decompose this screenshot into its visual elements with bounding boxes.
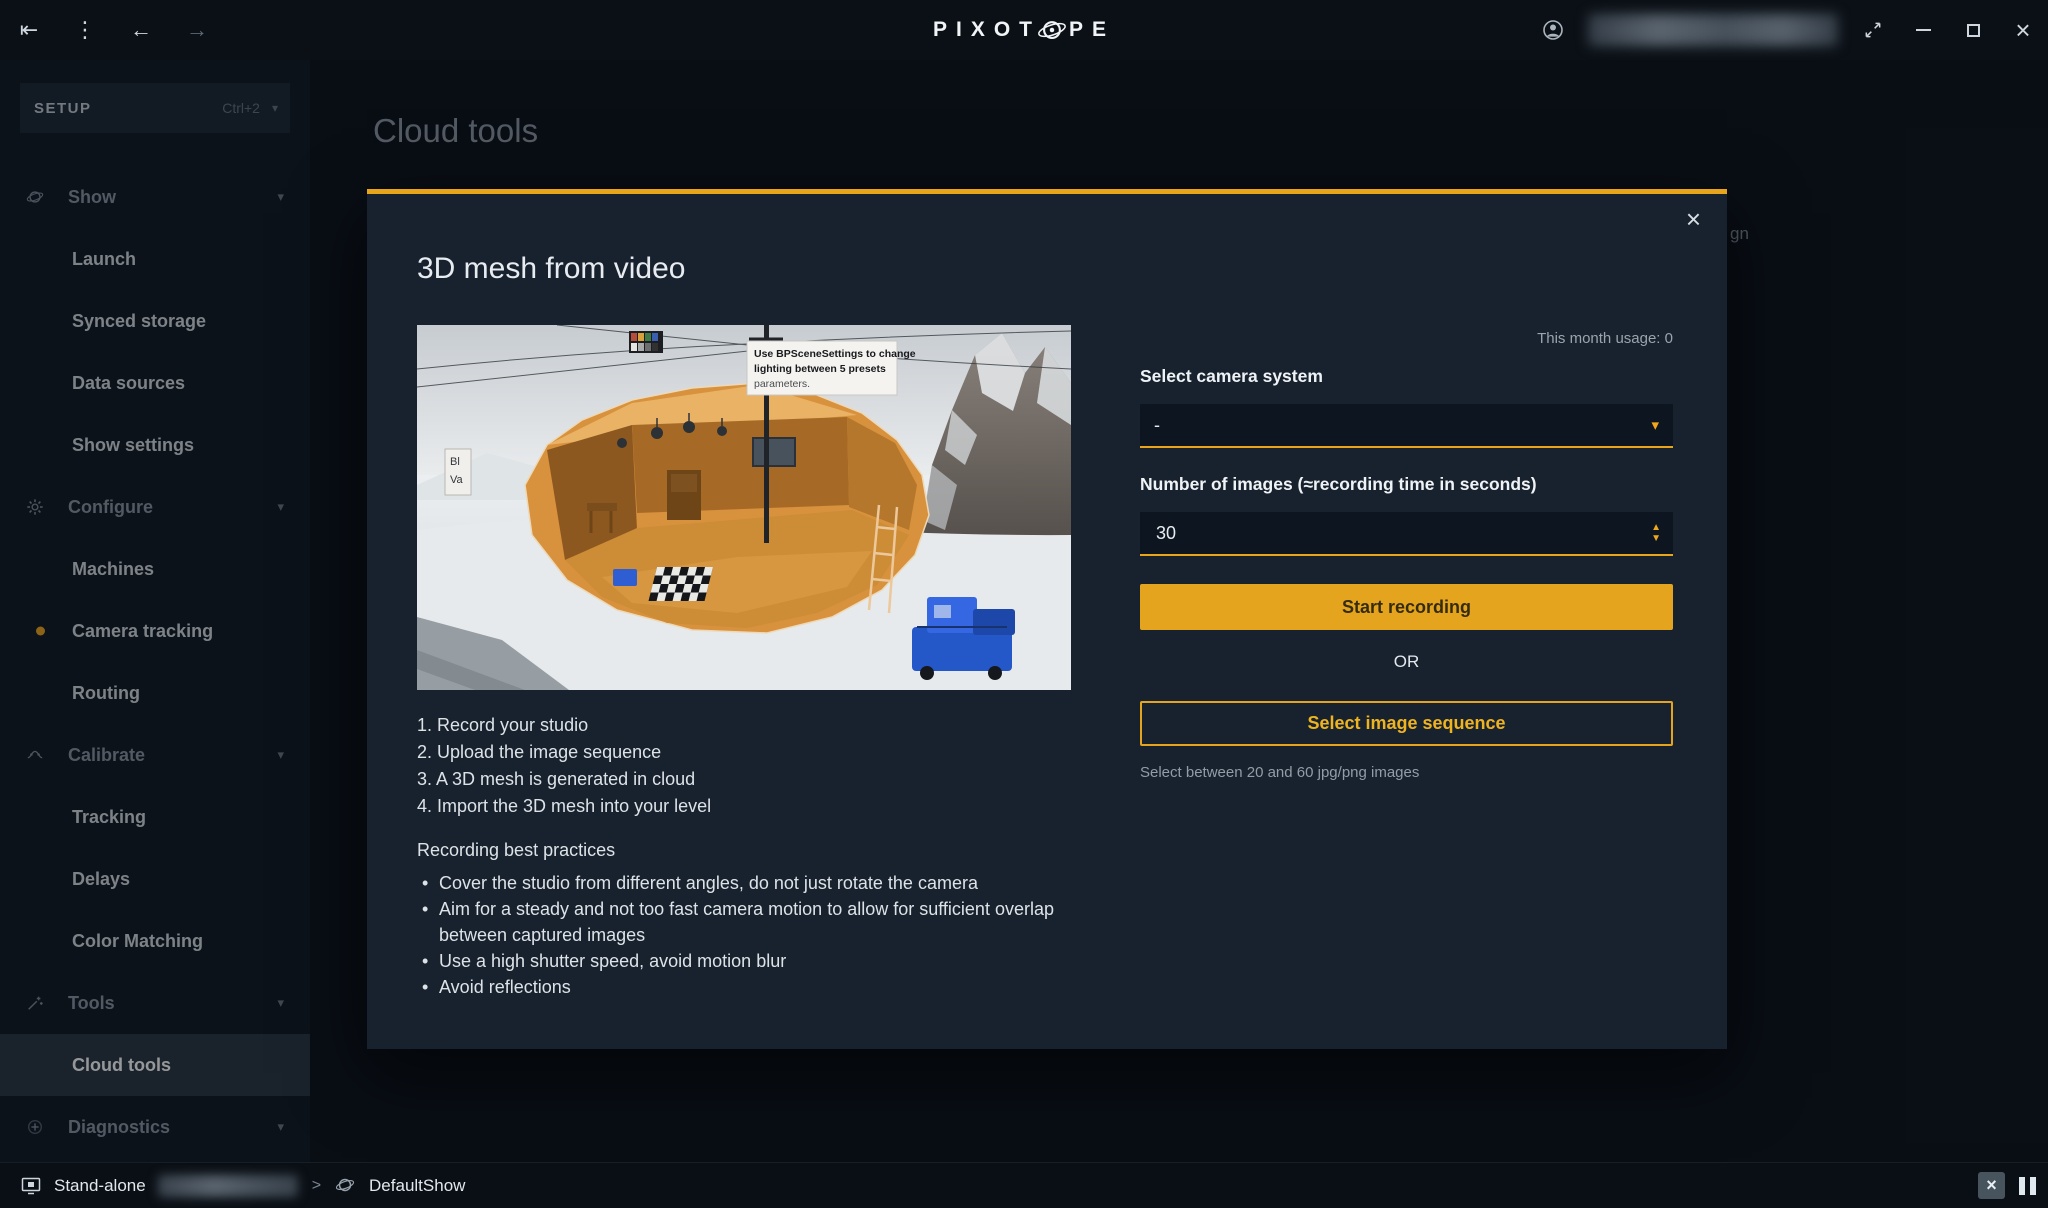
- camera-system-select[interactable]: - ▾: [1140, 404, 1673, 448]
- blurred-username: [1588, 14, 1838, 46]
- machine-icon: [20, 1175, 42, 1197]
- dialog-close-icon[interactable]: ×: [1686, 206, 1701, 232]
- chevron-down-icon: ▾: [1651, 416, 1659, 434]
- logo-text-right: PE: [1069, 18, 1115, 42]
- account-icon[interactable]: [1538, 15, 1568, 45]
- practices-title: Recording best practices: [417, 840, 615, 861]
- titlebar-right-controls: ×: [1538, 0, 2038, 60]
- maximize-icon[interactable]: [1958, 15, 1988, 45]
- num-images-field: ▲▼: [1140, 512, 1673, 556]
- num-images-input[interactable]: [1140, 523, 1651, 544]
- studio-scan-preview-image: Bl Va Use BPS: [417, 325, 1071, 690]
- statusbar-right-controls: ×: [1978, 1172, 2048, 1199]
- instruction-step: 3. A 3D mesh is generated in cloud: [417, 766, 1097, 793]
- kebab-menu-icon[interactable]: ⋮: [70, 15, 100, 45]
- minimize-icon[interactable]: [1908, 15, 1938, 45]
- instruction-step: 4. Import the 3D mesh into your level: [417, 793, 1097, 820]
- start-recording-button[interactable]: Start recording: [1140, 584, 1673, 630]
- sequence-hint: Select between 20 and 60 jpg/png images: [1140, 764, 1419, 781]
- or-divider: OR: [1140, 652, 1673, 672]
- close-icon[interactable]: ×: [2008, 15, 2038, 45]
- cloud-mesh-controls: This month usage: 0 Select camera system…: [1140, 194, 1673, 1049]
- collapse-panel-icon[interactable]: ⇤: [14, 15, 44, 45]
- num-images-label: Number of images (≈recording time in sec…: [1140, 474, 1537, 495]
- current-show-label: DefaultShow: [369, 1176, 465, 1196]
- forward-arrow-icon[interactable]: →: [182, 15, 212, 45]
- practice-bullet: Use a high shutter speed, avoid motion b…: [417, 948, 1097, 974]
- instruction-step: 1. Record your studio: [417, 712, 1097, 739]
- image-sign-line-1: Bl: [450, 456, 460, 468]
- practice-bullet: Aim for a steady and not too fast camera…: [417, 896, 1097, 948]
- instruction-step: 2. Upload the image sequence: [417, 739, 1097, 766]
- camera-system-value: -: [1154, 415, 1160, 436]
- title-bar: ⇤ ⋮ ← → PIXOT PE: [0, 0, 2048, 60]
- image-sign-line-2: Va: [450, 474, 464, 486]
- stop-output-icon[interactable]: ×: [1978, 1172, 2005, 1199]
- atom-logo-icon: [1037, 15, 1067, 45]
- stepper-up-down-icon[interactable]: ▲▼: [1651, 523, 1673, 543]
- show-icon: [335, 1175, 357, 1197]
- fit-screen-icon[interactable]: [1858, 15, 1888, 45]
- mode-label: Stand-alone: [54, 1176, 146, 1196]
- select-image-sequence-button[interactable]: Select image sequence: [1140, 701, 1673, 746]
- practices-list: Cover the studio from different angles, …: [417, 870, 1097, 1000]
- image-annotation-line-3: parameters.: [754, 378, 810, 390]
- practice-bullet: Cover the studio from different angles, …: [417, 870, 1097, 896]
- logo-text-left: PIXOT: [933, 18, 1041, 42]
- pixotope-logo: PIXOT PE: [933, 0, 1115, 60]
- dialog-title: 3D mesh from video: [417, 252, 685, 286]
- image-annotation-line-1: Use BPSceneSettings to change: [754, 348, 916, 360]
- instruction-steps: 1. Record your studio2. Upload the image…: [417, 712, 1097, 820]
- camera-system-label: Select camera system: [1140, 366, 1323, 387]
- image-annotation-line-2: lighting between 5 presets: [754, 363, 886, 375]
- back-arrow-icon[interactable]: ←: [126, 15, 156, 45]
- titlebar-left-controls: ⇤ ⋮ ← →: [14, 0, 212, 60]
- blurred-machine-name: [158, 1175, 298, 1197]
- practice-bullet: Avoid reflections: [417, 974, 1097, 1000]
- month-usage-text: This month usage: 0: [1537, 330, 1673, 347]
- pause-icon[interactable]: [2019, 1177, 2036, 1195]
- mesh-from-video-dialog: × 3D mesh from video: [367, 189, 1727, 1049]
- breadcrumb-separator: >: [312, 1177, 321, 1195]
- status-bar: Stand-alone > DefaultShow ×: [0, 1162, 2048, 1208]
